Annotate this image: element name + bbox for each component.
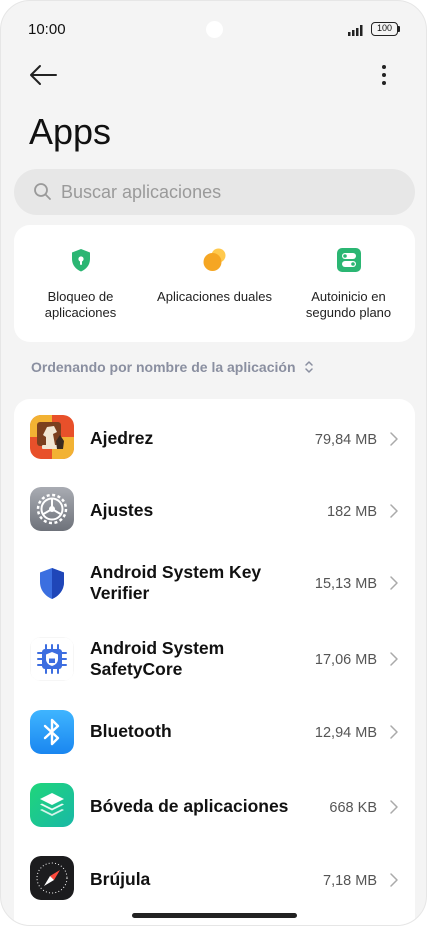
page-title: Apps	[29, 111, 112, 152]
camera-cutout	[206, 21, 223, 38]
quick-actions-card: Bloqueo de aplicaciones Aplicaciones dua…	[14, 225, 415, 342]
app-size: 15,13 MB	[314, 576, 377, 592]
app-name: Brújula	[90, 869, 151, 889]
bluetooth-icon	[30, 710, 74, 754]
home-indicator[interactable]	[132, 913, 297, 918]
dual-circles-icon	[203, 248, 225, 271]
app-row-brujula[interactable]: Brújula 7,18 MB	[14, 842, 415, 914]
status-bar: 10:00 100	[1, 1, 426, 57]
app-size: 668 KB	[329, 800, 377, 816]
app-size: 7,18 MB	[323, 873, 377, 889]
app-row-boveda-de-aplicaciones[interactable]: Bóveda de aplicaciones 668 KB	[14, 769, 415, 841]
layers-icon	[30, 783, 74, 827]
quick-action-label: Autoinicio en segundo plano	[305, 289, 392, 320]
quick-action-background-autostart[interactable]: Autoinicio en segundo plano	[282, 225, 415, 342]
app-size: 17,06 MB	[314, 652, 377, 668]
battery-tip	[398, 26, 400, 32]
battery-icon: 100	[371, 22, 398, 36]
chess-icon	[30, 415, 74, 459]
back-arrow-icon[interactable]	[27, 59, 61, 91]
chevron-right-icon	[390, 432, 398, 446]
app-name: Android System Key Verifier	[90, 562, 262, 603]
battery-level: 100	[376, 23, 393, 33]
quick-action-label: Bloqueo de aplicaciones	[44, 289, 117, 320]
status-time: 10:00	[28, 21, 66, 38]
app-name: Ajedrez	[90, 428, 154, 448]
app-row-ajustes[interactable]: Ajustes 182 MB	[14, 473, 415, 545]
quick-action-label: Aplicaciones duales	[157, 289, 272, 304]
app-list: Ajedrez 79,84 MB Ajustes 182 MB Android …	[14, 399, 415, 925]
chevron-right-icon	[390, 576, 398, 590]
search-bar[interactable]	[14, 169, 415, 215]
sort-label: Ordenando por nombre de la aplicación	[31, 359, 296, 375]
chevron-right-icon	[390, 800, 398, 814]
search-icon	[34, 183, 51, 200]
app-name: Bóveda de aplicaciones	[90, 796, 289, 816]
app-row-ajedrez[interactable]: Ajedrez 79,84 MB	[14, 401, 415, 473]
app-size: 79,84 MB	[314, 432, 377, 448]
chevron-right-icon	[390, 652, 398, 666]
shield-icon	[30, 561, 74, 605]
gear-icon	[30, 487, 74, 531]
shield-lock-icon	[71, 249, 90, 272]
more-vertical-icon[interactable]	[373, 61, 395, 89]
search-input[interactable]	[61, 169, 391, 215]
quick-action-app-lock[interactable]: Bloqueo de aplicaciones	[14, 225, 147, 342]
toggle-switches-icon	[336, 248, 361, 272]
sort-chevron-icon	[304, 361, 313, 373]
quick-action-dual-apps[interactable]: Aplicaciones duales	[147, 225, 282, 342]
app-name: Android System SafetyCore	[90, 638, 225, 679]
chevron-right-icon	[390, 504, 398, 518]
app-size: 12,94 MB	[314, 725, 377, 741]
app-name: Bluetooth	[90, 721, 172, 741]
safetycore-chip-icon	[30, 637, 74, 681]
signal-icon	[348, 25, 363, 36]
app-row-android-system-key-verifier[interactable]: Android System Key Verifier 15,13 MB	[14, 545, 415, 621]
compass-icon	[30, 856, 74, 900]
sort-selector[interactable]: Ordenando por nombre de la aplicación	[31, 357, 314, 377]
chevron-right-icon	[390, 873, 398, 887]
phone-screen: 10:00 100 Apps Buscar aplicaciones Bloqu…	[0, 0, 427, 926]
app-name: Ajustes	[90, 500, 154, 520]
app-size: 182 MB	[327, 504, 377, 520]
app-row-bluetooth[interactable]: Bluetooth 12,94 MB	[14, 697, 415, 769]
app-row-android-system-safetycore[interactable]: Android System SafetyCore 17,06 MB	[14, 621, 415, 697]
chevron-right-icon	[390, 725, 398, 739]
